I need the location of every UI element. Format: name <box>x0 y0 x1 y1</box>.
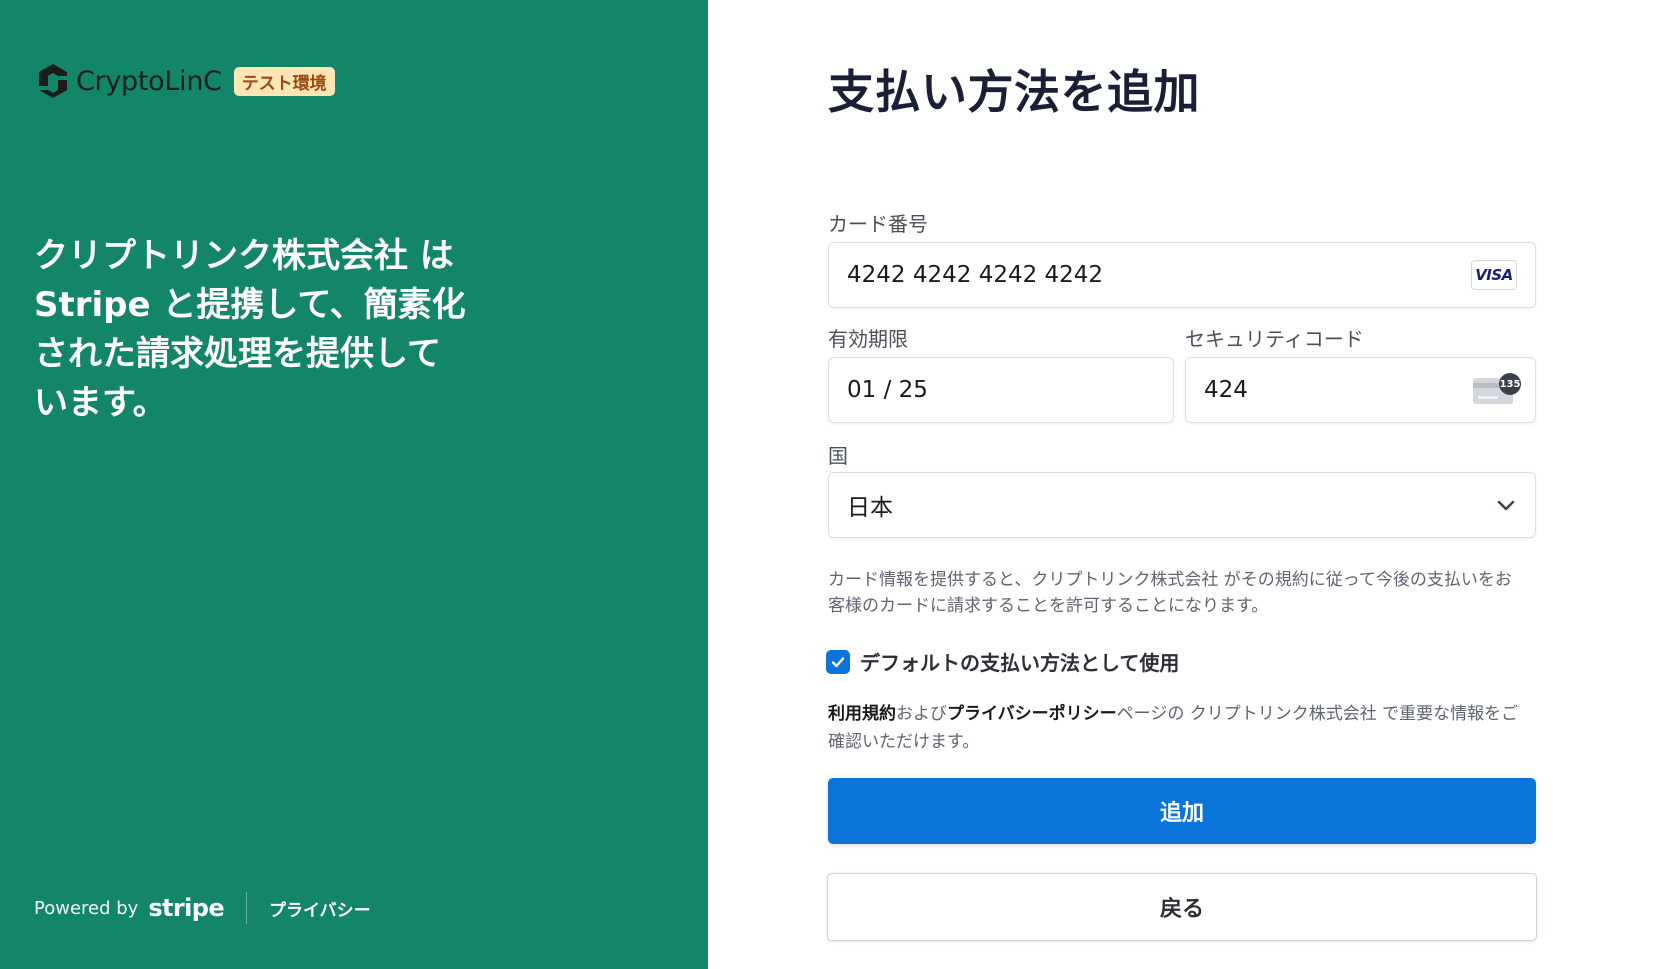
card-number-input[interactable]: 4242 4242 4242 4242 VISA <box>828 242 1536 308</box>
country-select[interactable]: 日本 <box>828 472 1536 538</box>
brand-name: CryptoLinC <box>76 65 222 97</box>
privacy-policy-link[interactable]: プライバシーポリシー <box>947 704 1117 724</box>
footer-divider <box>246 892 248 924</box>
country-label: 国 <box>828 444 848 468</box>
check-icon <box>831 656 845 667</box>
card-number-label: カード番号 <box>828 212 928 236</box>
visa-icon: VISA <box>1471 260 1517 290</box>
cvc-card-icon: 135 <box>1473 373 1521 405</box>
merchant-brand: CryptoLinC テスト環境 <box>34 62 335 100</box>
authorization-notice: カード情報を提供すると、クリプトリンク株式会社 がその規約に従って今後の支払いを… <box>828 570 1512 616</box>
test-mode-badge: テスト環境 <box>233 66 335 96</box>
stripe-logo[interactable]: stripe <box>148 894 224 922</box>
expiry-label: 有効期限 <box>828 327 908 351</box>
cryptolinc-logo-icon <box>39 64 67 98</box>
merchant-tagline: クリプトリンク株式会社 は Stripe と提携して、簡素化された請求処理を提供… <box>34 236 466 423</box>
default-payment-checkbox[interactable] <box>826 649 850 674</box>
powered-by-text: Powered by <box>34 897 139 919</box>
add-button[interactable]: 追加 <box>828 778 1536 844</box>
privacy-link[interactable]: プライバシー <box>269 896 371 921</box>
cvc-input[interactable]: 424 135 <box>1185 357 1536 423</box>
default-payment-checkbox-row[interactable]: デフォルトの支払い方法として使用 <box>826 647 1179 676</box>
terms-notice: 利用規約およびプライバシーポリシーページの クリプトリンク株式会社 で重要な情報… <box>828 700 1528 756</box>
page-title: 支払い方法を追加 <box>828 65 1200 119</box>
payment-form-panel: 支払い方法を追加 カード番号 4242 4242 4242 4242 VISA … <box>708 0 1680 969</box>
cvc-label: セキュリティコード <box>1185 327 1364 351</box>
panel-footer: Powered by stripe プライバシー <box>34 892 371 924</box>
expiry-input[interactable]: 01 / 25 <box>828 357 1174 423</box>
chevron-down-icon <box>1497 500 1515 511</box>
card-number-value: 4242 4242 4242 4242 <box>847 262 1104 288</box>
back-button[interactable]: 戻る <box>827 873 1537 941</box>
terms-and: および <box>896 704 947 724</box>
cvc-hint-badge: 135 <box>1499 373 1521 395</box>
terms-link[interactable]: 利用規約 <box>828 704 896 724</box>
expiry-value: 01 / 25 <box>847 377 928 403</box>
merchant-panel: CryptoLinC テスト環境 クリプトリンク株式会社 は Stripe と提… <box>0 0 708 969</box>
default-payment-label: デフォルトの支払い方法として使用 <box>860 651 1180 675</box>
cvc-value: 424 <box>1204 377 1248 403</box>
country-value: 日本 <box>847 495 893 521</box>
